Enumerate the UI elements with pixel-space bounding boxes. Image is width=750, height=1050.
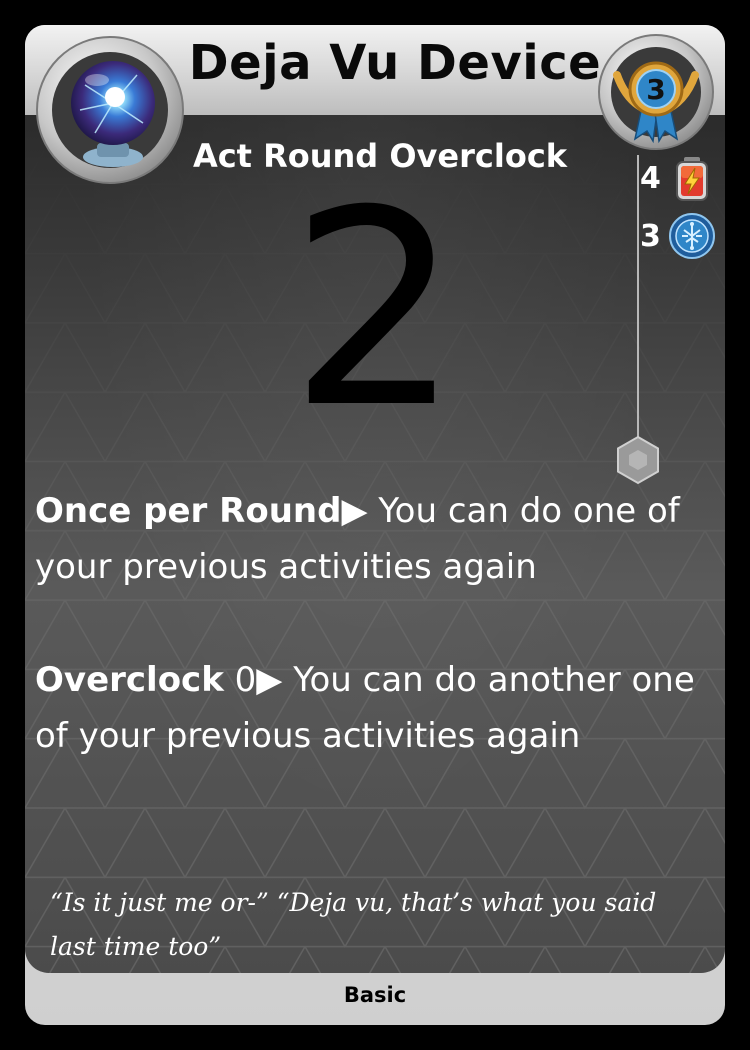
- card-type-line: Act Round Overclock: [192, 137, 568, 175]
- stat-circuit-value: 3: [640, 218, 661, 254]
- play-arrow-icon: ▶: [256, 660, 283, 700]
- stat-battery: 4: [640, 153, 720, 203]
- circuit-coin-icon: [669, 213, 715, 259]
- rule-keyword: Overclock: [35, 660, 224, 700]
- stat-rail: [637, 155, 639, 460]
- hexagon-icon: [617, 435, 659, 485]
- rarity-label: Basic: [343, 983, 407, 1007]
- rule-keyword: Once per Round: [35, 491, 342, 531]
- play-arrow-icon: ▶: [341, 491, 368, 531]
- rule-overclock: Overclock 0▶ You can do another one of y…: [35, 652, 715, 764]
- flavor-text: “Is it just me or-” “Deja vu, that’s wha…: [50, 888, 657, 961]
- rule-suffix: 0: [223, 660, 257, 700]
- card-cost-number: 2: [289, 152, 461, 467]
- card[interactable]: Deja Vu Device Act Round Overclock 2 4 3…: [25, 25, 725, 1025]
- plasma-orb-icon: [36, 36, 184, 184]
- stat-circuit: 3: [640, 211, 720, 261]
- level-number: 3: [646, 73, 665, 106]
- medal-icon: 3: [598, 34, 714, 150]
- battery-icon: [676, 157, 708, 201]
- card-title: Deja Vu Device: [188, 35, 602, 91]
- stat-battery-value: 4: [640, 160, 661, 196]
- rules-text: Once per Round▶ You can do one of your p…: [35, 483, 715, 821]
- rule-once-per-round: Once per Round▶ You can do one of your p…: [35, 483, 715, 595]
